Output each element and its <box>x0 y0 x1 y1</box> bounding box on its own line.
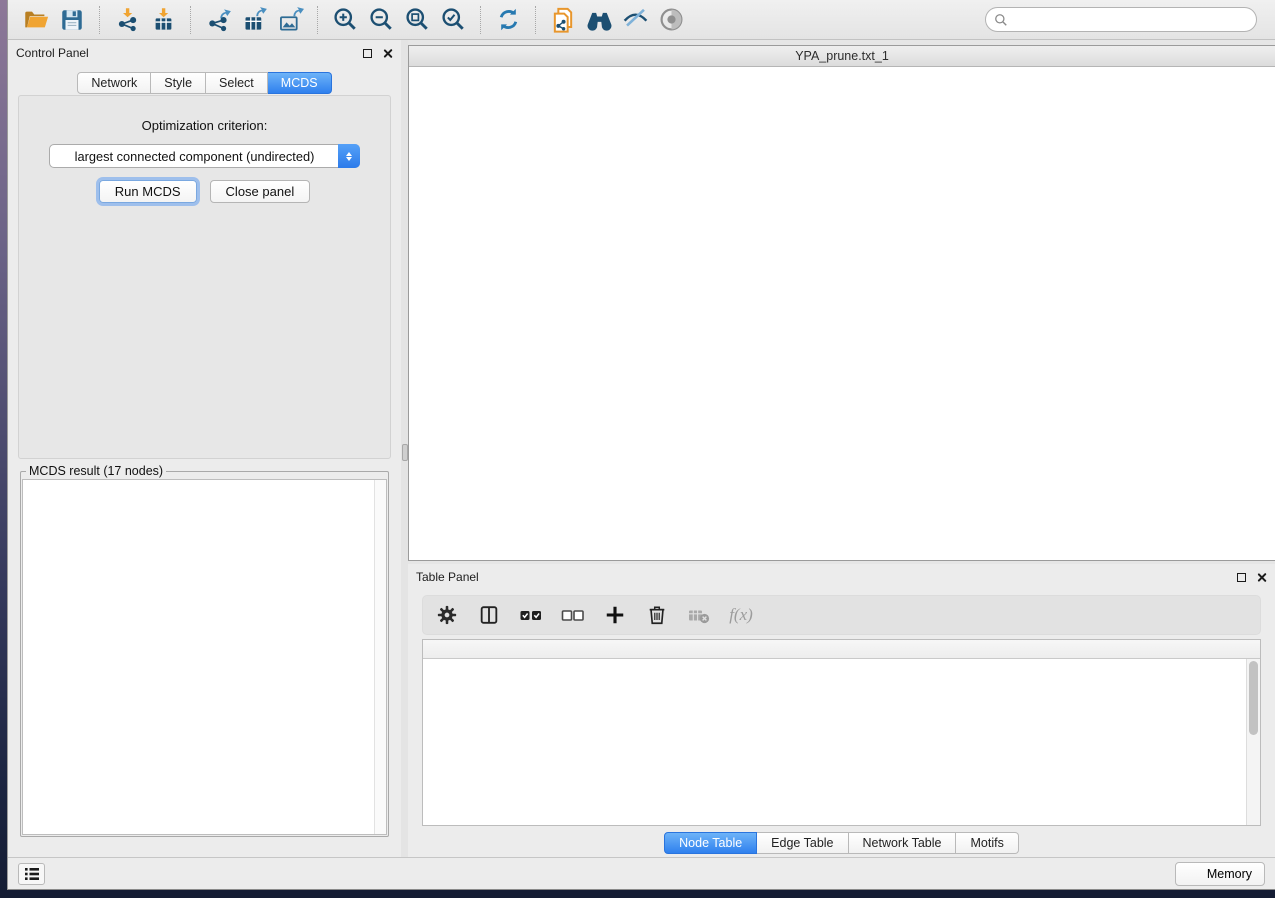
network-graph[interactable] <box>409 67 1275 560</box>
close-panel-button[interactable]: Close panel <box>210 180 311 203</box>
network-window: YPA_prune.txt_1 <box>408 45 1275 561</box>
optimization-label: Optimization criterion: <box>142 118 268 133</box>
close-table-panel-icon[interactable] <box>1256 572 1267 583</box>
panel-splitter[interactable] <box>401 40 408 857</box>
tab-node-table[interactable]: Node Table <box>664 832 757 854</box>
mcds-list-scrollbar[interactable] <box>374 480 386 834</box>
gear-icon[interactable] <box>435 603 459 627</box>
table-panel-title: Table Panel <box>416 570 479 584</box>
toolbar-separator <box>317 6 318 34</box>
hide-icon[interactable] <box>619 4 651 36</box>
import-network-icon[interactable] <box>111 4 143 36</box>
task-history-button[interactable] <box>18 863 45 885</box>
search-icon <box>994 13 1008 27</box>
delete-column-icon[interactable] <box>645 603 669 627</box>
table-panel: Table Panel f(x) <box>408 564 1275 857</box>
binoculars-icon[interactable] <box>583 4 615 36</box>
memory-status-icon <box>1188 868 1200 880</box>
run-mcds-button[interactable]: Run MCDS <box>99 180 197 203</box>
node-table[interactable] <box>422 639 1261 826</box>
table-header-row[interactable] <box>423 640 1260 659</box>
tab-mcds[interactable]: MCDS <box>268 72 332 94</box>
export-table-icon[interactable] <box>238 4 270 36</box>
search-input[interactable] <box>1013 13 1248 27</box>
tab-style[interactable]: Style <box>151 72 206 94</box>
application-window: Control Panel Network Style Select MCDS … <box>7 0 1275 890</box>
network-window-titlebar[interactable]: YPA_prune.txt_1 <box>409 46 1275 67</box>
tab-select[interactable]: Select <box>206 72 268 94</box>
table-scrollbar-thumb[interactable] <box>1249 661 1258 735</box>
float-table-panel-icon[interactable] <box>1237 573 1246 582</box>
table-scrollbar[interactable] <box>1246 659 1260 825</box>
show-columns-icon[interactable] <box>477 603 501 627</box>
zoom-out-icon[interactable] <box>365 4 397 36</box>
splitter-grip-icon[interactable] <box>402 444 408 461</box>
network-window-title: YPA_prune.txt_1 <box>409 49 1275 63</box>
list-icon <box>24 867 40 881</box>
function-builder-icon[interactable]: f(x) <box>729 603 753 627</box>
add-column-icon[interactable] <box>603 603 627 627</box>
table-toolbar: f(x) <box>422 595 1261 635</box>
mcds-result-group: MCDS result (17 nodes) <box>20 464 389 837</box>
zoom-selected-icon[interactable] <box>437 4 469 36</box>
close-panel-icon[interactable] <box>382 48 393 59</box>
dropdown-stepper-icon <box>338 144 360 168</box>
save-icon[interactable] <box>56 4 88 36</box>
control-panel-tabs: Network Style Select MCDS <box>8 72 401 94</box>
select-all-icon[interactable] <box>519 603 543 627</box>
tab-edge-table[interactable]: Edge Table <box>757 832 848 854</box>
clone-network-icon[interactable] <box>547 4 579 36</box>
memory-button[interactable]: Memory <box>1175 862 1265 886</box>
export-network-icon[interactable] <box>202 4 234 36</box>
deselect-all-icon[interactable] <box>561 603 585 627</box>
import-table-icon[interactable] <box>147 4 179 36</box>
float-panel-icon[interactable] <box>363 49 372 58</box>
toolbar-separator <box>99 6 100 34</box>
zoom-in-icon[interactable] <box>329 4 361 36</box>
tab-network[interactable]: Network <box>77 72 151 94</box>
network-canvas[interactable] <box>409 67 1275 560</box>
open-icon[interactable] <box>20 4 52 36</box>
status-bar: Memory <box>8 857 1275 889</box>
search-field[interactable] <box>985 7 1257 32</box>
toolbar-separator <box>480 6 481 34</box>
tab-motifs[interactable]: Motifs <box>956 832 1018 854</box>
memory-label: Memory <box>1207 867 1252 881</box>
delete-table-icon[interactable] <box>687 603 711 627</box>
table-tabs: Node Table Edge Table Network Table Moti… <box>408 832 1275 854</box>
desktop: { "toolbar": { "search_placeholder": "",… <box>0 0 1275 898</box>
mcds-result-title: MCDS result (17 nodes) <box>26 464 166 478</box>
refresh-icon[interactable] <box>492 4 524 36</box>
main-toolbar <box>8 0 1275 40</box>
control-panel: Control Panel Network Style Select MCDS … <box>8 40 401 857</box>
toolbar-separator <box>535 6 536 34</box>
export-image-icon[interactable] <box>274 4 306 36</box>
mcds-panel: Optimization criterion: largest connecte… <box>18 95 391 459</box>
zoom-fit-icon[interactable] <box>401 4 433 36</box>
toolbar-separator <box>190 6 191 34</box>
tab-network-table[interactable]: Network Table <box>849 832 957 854</box>
control-panel-title: Control Panel <box>16 46 89 60</box>
show-icon[interactable] <box>655 4 687 36</box>
optimization-dropdown[interactable]: largest connected component (undirected) <box>49 144 360 168</box>
dropdown-value: largest connected component (undirected) <box>50 149 359 164</box>
mcds-result-list[interactable] <box>22 479 387 835</box>
